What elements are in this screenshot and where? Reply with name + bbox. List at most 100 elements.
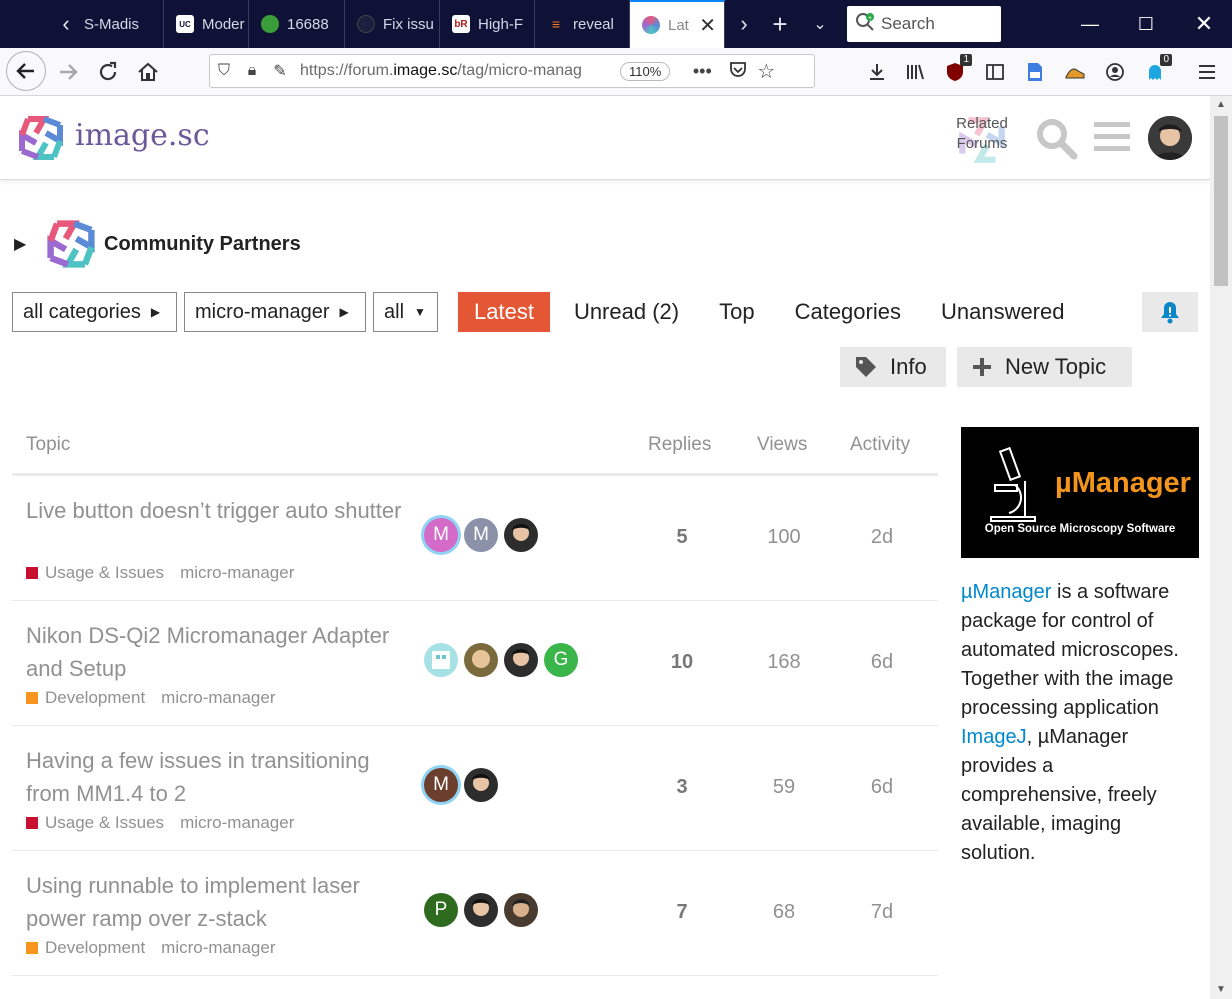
tracking-shield-icon[interactable]: ⛉ xyxy=(210,62,238,80)
replies-count[interactable]: 3 xyxy=(642,776,722,799)
account-icon[interactable] xyxy=(1100,58,1130,86)
tab-list-chevron-down-icon[interactable]: ⌄ xyxy=(802,0,838,48)
avatar[interactable]: M xyxy=(424,518,458,552)
avatar[interactable] xyxy=(504,518,538,552)
sneaker-extension-icon[interactable] xyxy=(1060,58,1090,86)
tab-close-icon[interactable]: ✕ xyxy=(699,13,716,38)
activity-time[interactable]: 2d xyxy=(842,526,922,549)
new-tab-plus-icon[interactable]: + xyxy=(762,0,798,48)
reload-button[interactable] xyxy=(88,52,128,92)
back-button[interactable] xyxy=(6,51,46,91)
downloads-icon[interactable] xyxy=(862,58,892,86)
avatar[interactable] xyxy=(424,643,458,677)
page-scrollbar[interactable]: ▲ ▼ xyxy=(1210,96,1232,999)
permissions-icon[interactable]: ✎ xyxy=(266,61,294,81)
tab-stackoverflow[interactable]: ≡ reveal xyxy=(535,0,630,48)
avatar[interactable] xyxy=(504,893,538,927)
zoom-indicator[interactable]: 110% xyxy=(620,61,671,81)
topic-title-link[interactable]: Live button doesn’t trigger auto shutter xyxy=(26,494,416,527)
micromanager-link[interactable]: µManager xyxy=(961,581,1051,603)
bookmark-star-icon[interactable]: ☆ xyxy=(752,59,780,84)
imagesc-logo-icon[interactable] xyxy=(14,111,68,165)
tag-link[interactable]: micro-manager xyxy=(161,938,275,958)
column-header-activity[interactable]: Activity xyxy=(850,434,910,456)
tag-dropdown[interactable]: micro-manager ▶ xyxy=(184,292,366,332)
category-dropdown[interactable]: all categories ▶ xyxy=(12,292,177,332)
topic-title-link[interactable]: Having a few issues in transitioning fro… xyxy=(26,744,416,810)
avatar[interactable]: G xyxy=(544,643,578,677)
avatar[interactable]: P xyxy=(424,893,458,927)
forward-button[interactable] xyxy=(48,52,88,92)
avatar[interactable]: M xyxy=(464,518,498,552)
column-header-views[interactable]: Views xyxy=(757,434,807,456)
avatar[interactable] xyxy=(504,643,538,677)
avatar[interactable] xyxy=(464,893,498,927)
community-partners-toggle[interactable]: ▶ Community Partners xyxy=(14,214,301,274)
tab-raspberry[interactable]: 16688 xyxy=(249,0,345,48)
avatar[interactable] xyxy=(464,643,498,677)
topic-title-link[interactable]: Using runnable to implement laser power … xyxy=(26,869,416,935)
tab-imagesc-active[interactable]: Lat ✕ xyxy=(630,0,725,48)
user-avatar[interactable] xyxy=(1148,116,1192,160)
column-header-topic[interactable]: Topic xyxy=(26,434,70,456)
url-bar[interactable]: ⛉ 🔒︎ ✎ https://forum.image.sc/tag/micro-… xyxy=(209,54,815,88)
ghostery-icon[interactable]: 0 xyxy=(1140,54,1172,86)
tabs-scroll-left-icon[interactable]: ‹ xyxy=(48,0,84,48)
tab-unanswered[interactable]: Unanswered xyxy=(925,292,1081,332)
imagej-link[interactable]: ImageJ xyxy=(961,726,1027,748)
scrollbar-thumb[interactable] xyxy=(1214,116,1228,286)
tag-link[interactable]: micro-manager xyxy=(180,563,294,583)
tab-unread[interactable]: Unread (2) xyxy=(558,292,695,332)
column-header-replies[interactable]: Replies xyxy=(648,434,711,456)
pocket-icon[interactable] xyxy=(724,60,752,83)
category-link[interactable]: Development xyxy=(45,688,145,708)
home-button[interactable] xyxy=(128,52,168,92)
replies-count[interactable]: 10 xyxy=(642,651,722,674)
scroll-up-icon[interactable]: ▲ xyxy=(1210,96,1232,114)
browser-search-input[interactable]: + Search xyxy=(847,6,1001,42)
avatar[interactable] xyxy=(464,768,498,802)
new-topic-button[interactable]: New Topic xyxy=(957,347,1132,387)
tab-latest[interactable]: Latest xyxy=(458,292,550,332)
tab-top[interactable]: Top xyxy=(703,292,770,332)
hamburger-menu-icon[interactable] xyxy=(1094,120,1130,154)
tag-link[interactable]: micro-manager xyxy=(180,813,294,833)
replies-count[interactable]: 5 xyxy=(642,526,722,549)
topic-list-nav: Latest Unread (2) Top Categories Unanswe… xyxy=(458,292,1088,332)
activity-time[interactable]: 6d xyxy=(842,651,922,674)
svg-text:+: + xyxy=(868,15,872,22)
tag-info-button[interactable]: Info xyxy=(840,347,946,387)
sidebar-toggle-icon[interactable] xyxy=(980,58,1010,86)
tab-github[interactable]: Fix issu xyxy=(345,0,440,48)
subset-dropdown[interactable]: all ▼ xyxy=(373,292,438,332)
page-actions-ellipsis-icon[interactable]: ••• xyxy=(688,61,716,82)
scroll-down-icon[interactable]: ▼ xyxy=(1210,981,1232,999)
github-favicon-icon xyxy=(357,15,375,33)
maximize-icon[interactable]: ☐ xyxy=(1118,0,1174,48)
related-forums-button[interactable]: Related Forums xyxy=(952,114,1012,166)
category-link[interactable]: Development xyxy=(45,938,145,958)
tab-ucsf[interactable]: UC Moder xyxy=(164,0,249,48)
search-icon[interactable] xyxy=(1034,116,1078,160)
document-extension-icon[interactable] xyxy=(1020,58,1050,86)
avatar[interactable]: M xyxy=(424,768,458,802)
library-icon[interactable] xyxy=(900,58,930,86)
category-link[interactable]: Usage & Issues xyxy=(45,563,164,583)
tab-madison[interactable]: S-Madis xyxy=(84,0,164,48)
minimize-icon[interactable]: — xyxy=(1062,0,1118,48)
ublock-origin-icon[interactable]: 1 xyxy=(940,54,972,86)
activity-time[interactable]: 6d xyxy=(842,776,922,799)
close-window-icon[interactable]: ✕ xyxy=(1176,0,1232,48)
tabs-scroll-right-icon[interactable]: › xyxy=(726,0,762,48)
tab-biorxiv[interactable]: bR High-F xyxy=(440,0,535,48)
tab-categories[interactable]: Categories xyxy=(779,292,917,332)
notification-level-button[interactable] xyxy=(1142,292,1198,332)
topic-title-link[interactable]: Nikon DS-Qi2 Micromanager Adapter and Se… xyxy=(26,619,416,685)
app-menu-hamburger-icon[interactable] xyxy=(1192,58,1222,86)
lock-icon[interactable]: 🔒︎ xyxy=(238,62,266,80)
tag-link[interactable]: micro-manager xyxy=(161,688,275,708)
activity-time[interactable]: 7d xyxy=(842,901,922,924)
replies-count[interactable]: 7 xyxy=(642,901,722,924)
site-name[interactable]: image.sc xyxy=(75,118,210,153)
category-link[interactable]: Usage & Issues xyxy=(45,813,164,833)
